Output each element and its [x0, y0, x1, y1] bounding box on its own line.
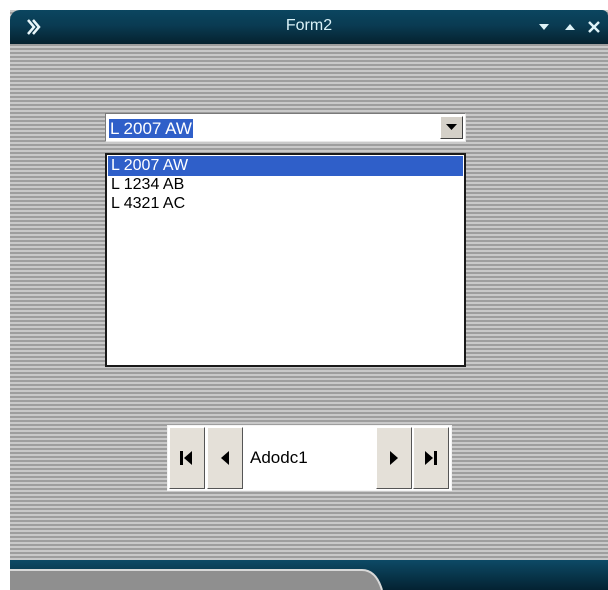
move-first-button[interactable]: [169, 427, 205, 489]
move-next-button[interactable]: [376, 427, 412, 489]
chevron-down-icon: [446, 124, 457, 130]
list-item[interactable]: L 4321 AC: [108, 194, 463, 214]
move-last-icon: [425, 451, 437, 465]
move-previous-button[interactable]: [207, 427, 243, 489]
combo-dropdown-button[interactable]: [440, 116, 463, 139]
vehicle-combo-box[interactable]: L 2007 AW: [105, 113, 466, 142]
list-item[interactable]: L 1234 AB: [108, 175, 463, 195]
move-last-button[interactable]: [413, 427, 449, 489]
form-window: Form2 L 2007 AW L 2007 AW L 1234 AB L 43…: [10, 10, 608, 590]
close-icon[interactable]: [586, 19, 602, 35]
adodc-caption: Adodc1: [250, 448, 308, 467]
adodc-control: Adodc1: [167, 425, 452, 491]
move-previous-icon: [221, 451, 229, 465]
maximize-icon[interactable]: [562, 19, 578, 35]
list-item[interactable]: L 2007 AW: [108, 156, 463, 176]
minimize-icon[interactable]: [536, 19, 552, 35]
bottom-tab-shape: [10, 569, 383, 590]
combo-value[interactable]: L 2007 AW: [109, 119, 193, 138]
window-title: Form2: [285, 17, 333, 34]
move-next-icon: [390, 451, 398, 465]
move-first-icon: [180, 451, 192, 465]
combo-dropdown-list[interactable]: L 2007 AW L 1234 AB L 4321 AC: [105, 153, 466, 367]
title-bar[interactable]: Form2: [10, 10, 608, 44]
